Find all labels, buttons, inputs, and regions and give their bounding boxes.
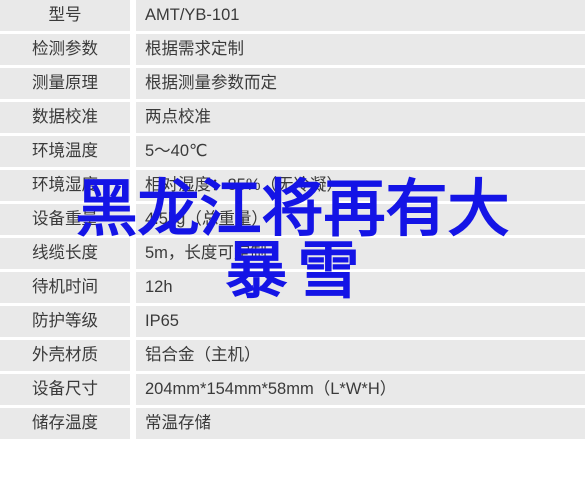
spec-value: 根据需求定制: [136, 34, 585, 65]
table-row: 线缆长度 5m，长度可定制: [0, 238, 585, 272]
spec-value: 根据测量参数而定: [136, 68, 585, 99]
spec-label: 设备尺寸: [0, 374, 130, 405]
spec-value: 204mm*154mm*58mm（L*W*H）: [136, 374, 585, 405]
spec-value: 4.5kg（总重量）: [136, 204, 585, 235]
spec-value: 铝合金（主机）: [136, 340, 585, 371]
table-row: 外壳材质 铝合金（主机）: [0, 340, 585, 374]
spec-value: AMT/YB-101: [136, 0, 585, 31]
spec-value: 12h: [136, 272, 585, 303]
spec-label: 检测参数: [0, 34, 130, 65]
spec-label: 线缆长度: [0, 238, 130, 269]
spec-label: 外壳材质: [0, 340, 130, 371]
screenshot-root: 型号 AMT/YB-101 检测参数 根据需求定制 测量原理 根据测量参数而定 …: [0, 0, 585, 501]
table-row: 设备尺寸 204mm*154mm*58mm（L*W*H）: [0, 374, 585, 408]
spec-label: 数据校准: [0, 102, 130, 133]
spec-label: 环境温度: [0, 136, 130, 167]
table-row: 储存温度 常温存储: [0, 408, 585, 442]
table-row: 型号 AMT/YB-101: [0, 0, 585, 34]
spec-label: 储存温度: [0, 408, 130, 439]
table-row: 检测参数 根据需求定制: [0, 34, 585, 68]
table-row: 环境温度 5～40℃: [0, 136, 585, 170]
spec-value: 两点校准: [136, 102, 585, 133]
spec-value: 5～40℃: [136, 136, 585, 167]
spec-value: 相对湿度：85%（无冷凝）: [136, 170, 585, 201]
table-row: 环境湿度 相对湿度：85%（无冷凝）: [0, 170, 585, 204]
table-row: 测量原理 根据测量参数而定: [0, 68, 585, 102]
spec-label: 防护等级: [0, 306, 130, 337]
table-row: 待机时间 12h: [0, 272, 585, 306]
spec-label: 环境湿度: [0, 170, 130, 201]
spec-label: 测量原理: [0, 68, 130, 99]
spec-label: 型号: [0, 0, 130, 31]
specification-table: 型号 AMT/YB-101 检测参数 根据需求定制 测量原理 根据测量参数而定 …: [0, 0, 585, 442]
spec-label: 设备重量: [0, 204, 130, 235]
table-row: 防护等级 IP65: [0, 306, 585, 340]
table-row: 设备重量 4.5kg（总重量）: [0, 204, 585, 238]
spec-label: 待机时间: [0, 272, 130, 303]
table-row: 数据校准 两点校准: [0, 102, 585, 136]
spec-value: 常温存储: [136, 408, 585, 439]
spec-value: IP65: [136, 306, 585, 337]
spec-value: 5m，长度可定制: [136, 238, 585, 269]
